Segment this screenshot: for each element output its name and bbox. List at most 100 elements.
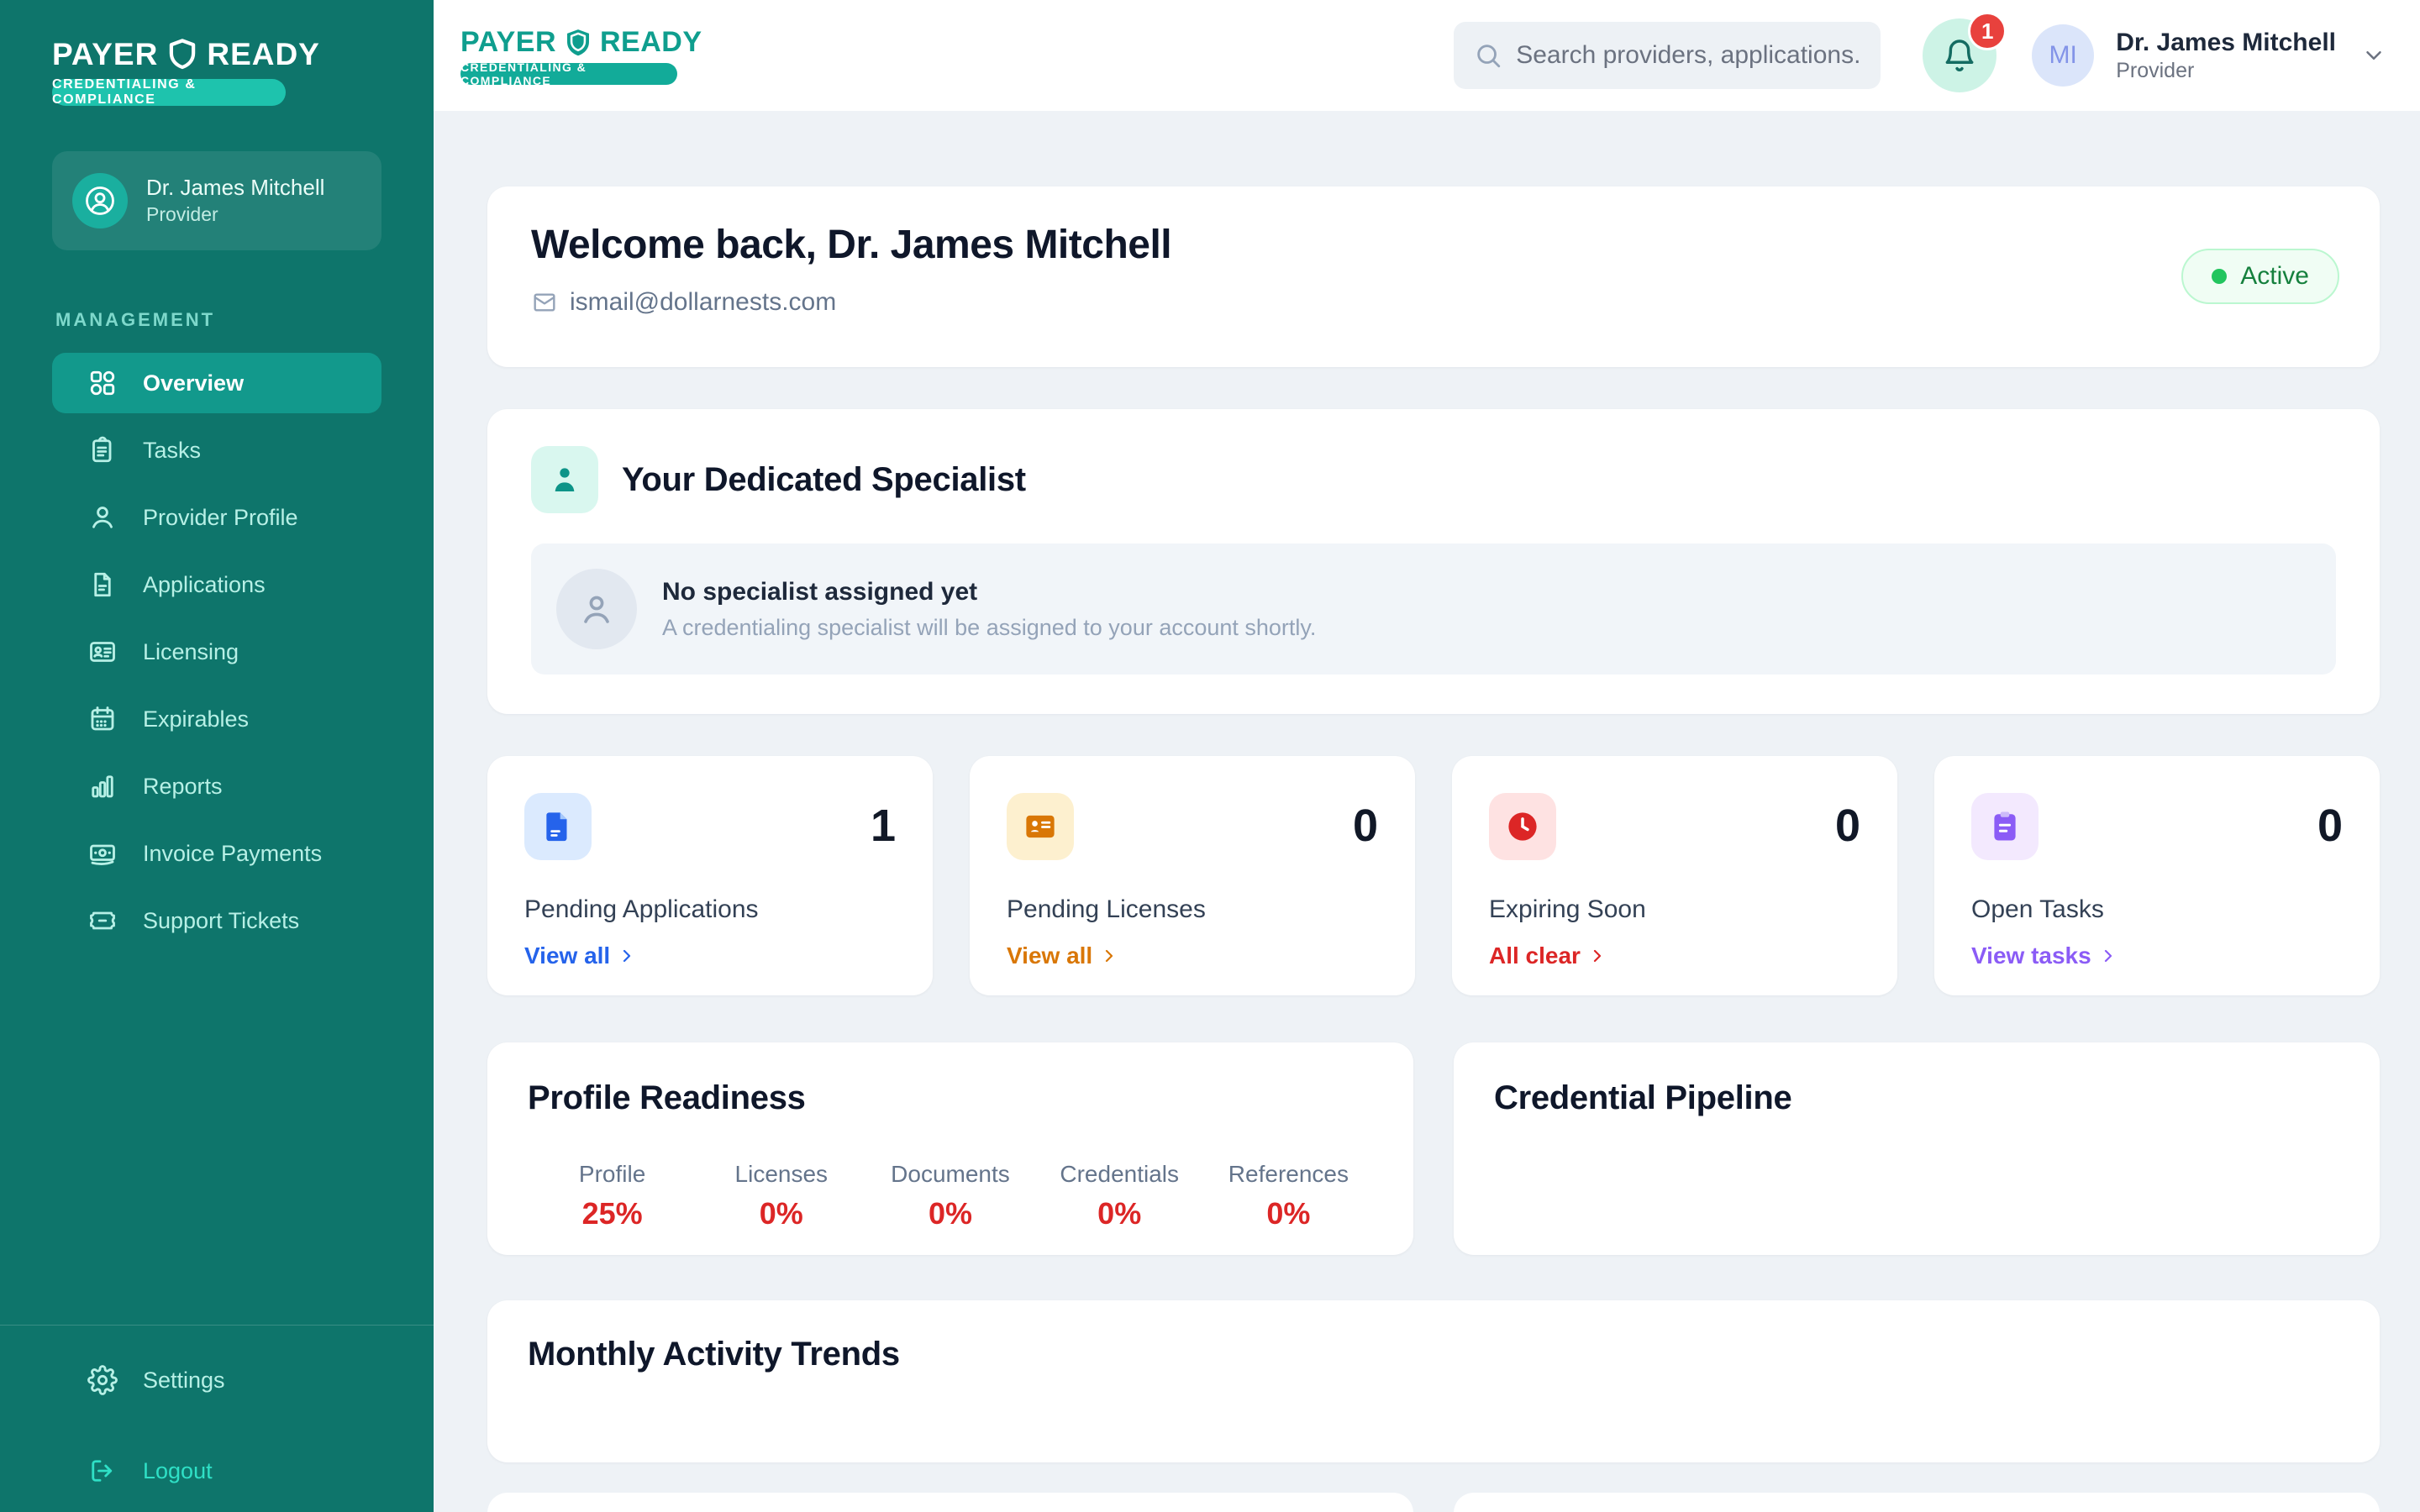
search-input[interactable] (1516, 41, 1860, 70)
brand-tagline: CREDENTIALING & COMPLIANCE (460, 63, 677, 85)
sidebar-nav: Overview Tasks Provider Profile (0, 353, 434, 951)
sidebar-item-overview[interactable]: Overview (52, 353, 381, 413)
clipboard-list-icon (87, 435, 118, 465)
brand-tagline: CREDENTIALING & COMPLIANCE (52, 79, 286, 106)
main-content: Welcome back, Dr. James Mitchell ismail@… (434, 111, 2420, 1512)
sidebar-item-label: Settings (143, 1368, 225, 1394)
chevron-right-icon (1099, 946, 1119, 966)
stat-label: Open Tasks (1971, 895, 2343, 924)
payer-ready-dashboard: PAYER READY CREDENTIALING & COMPLIANCE D… (0, 0, 2420, 1512)
profile-readiness-title: Profile Readiness (528, 1079, 1373, 1117)
shield-icon (165, 37, 200, 72)
person-placeholder-icon (556, 569, 637, 649)
brand-name-left: PAYER (460, 26, 556, 59)
view-tasks-link[interactable]: View tasks (1971, 942, 2118, 969)
sidebar-item-invoice-payments[interactable]: Invoice Payments (52, 823, 381, 884)
stat-label: Expiring Soon (1489, 895, 1860, 924)
shield-icon (562, 27, 594, 59)
credential-pipeline-title: Credential Pipeline (1494, 1079, 2339, 1117)
gear-icon (87, 1365, 118, 1395)
all-clear-link[interactable]: All clear (1489, 942, 1607, 969)
sidebar-item-licensing[interactable]: Licensing (52, 622, 381, 682)
sidebar-item-label: Tasks (143, 438, 201, 464)
monthly-activity-card: Monthly Activity Trends (487, 1300, 2380, 1462)
stats-row: 1 Pending Applications View all (487, 756, 2380, 995)
sidebar: PAYER READY CREDENTIALING & COMPLIANCE D… (0, 0, 434, 1512)
sidebar-item-applications[interactable]: Applications (52, 554, 381, 615)
partial-card (487, 1493, 1413, 1512)
sidebar-item-provider-profile[interactable]: Provider Profile (52, 487, 381, 548)
sidebar-item-settings[interactable]: Settings (52, 1351, 381, 1410)
sidebar-footer: Settings Logout (0, 1325, 434, 1512)
view-all-applications-link[interactable]: View all (524, 942, 637, 969)
sidebar-item-label: Licensing (143, 639, 239, 665)
sidebar-item-expirables[interactable]: Expirables (52, 689, 381, 749)
partial-card (1454, 1493, 2380, 1512)
chevron-right-icon (617, 946, 637, 966)
sidebar-item-support-tickets[interactable]: Support Tickets (52, 890, 381, 951)
header-logo: PAYER READY CREDENTIALING & COMPLIANCE (460, 26, 702, 85)
grid-icon (87, 368, 118, 398)
stat-card-open-tasks: 0 Open Tasks View tasks (1934, 756, 2380, 995)
bottom-cards-row (487, 1493, 2380, 1512)
logout-icon (87, 1456, 118, 1486)
top-header: PAYER READY CREDENTIALING & COMPLIANCE (434, 0, 2420, 111)
readiness-metrics: Profile 25% Licenses 0% Documents 0% C (528, 1161, 1373, 1231)
stat-card-expiring-soon: 0 Expiring Soon All clear (1452, 756, 1897, 995)
view-all-licenses-link[interactable]: View all (1007, 942, 1119, 969)
brand-wordmark: PAYER READY (52, 37, 434, 72)
sidebar-item-label: Overview (143, 370, 244, 396)
brand-name-left: PAYER (52, 37, 158, 72)
circle-user-icon (72, 173, 128, 228)
readiness-metric: Credentials 0% (1035, 1161, 1204, 1231)
monthly-activity-title: Monthly Activity Trends (528, 1336, 2339, 1373)
sidebar-user-name: Dr. James Mitchell (146, 174, 324, 202)
sidebar-section-label: MANAGEMENT (55, 309, 434, 331)
sidebar-user-text: Dr. James Mitchell Provider (146, 174, 324, 228)
header-user-role: Provider (2116, 58, 2336, 84)
ticket-icon (87, 906, 118, 936)
specialist-empty-title: No specialist assigned yet (662, 578, 1316, 606)
profile-readiness-card: Profile Readiness Profile 25% Licenses 0… (487, 1042, 1413, 1255)
page-title: Welcome back, Dr. James Mitchell (531, 222, 2336, 268)
id-card-icon (87, 637, 118, 667)
readiness-metric: Documents 0% (865, 1161, 1034, 1231)
status-badge: Active (2181, 249, 2339, 304)
document-filled-icon (524, 793, 592, 860)
sidebar-item-label: Reports (143, 774, 223, 800)
specialist-title: Your Dedicated Specialist (622, 461, 1026, 499)
notifications-button[interactable]: 1 (1923, 18, 1996, 92)
header-user-name: Dr. James Mitchell (2116, 27, 2336, 59)
main-column: PAYER READY CREDENTIALING & COMPLIANCE (434, 0, 2420, 1512)
specialist-card: Your Dedicated Specialist No specialist … (487, 409, 2380, 714)
stat-value: 0 (2317, 803, 2343, 848)
stat-card-pending-applications: 1 Pending Applications View all (487, 756, 933, 995)
chevron-down-icon (2361, 43, 2386, 68)
readiness-pipeline-row: Profile Readiness Profile 25% Licenses 0… (487, 1042, 2380, 1255)
readiness-metric: Profile 25% (528, 1161, 697, 1231)
chevron-right-icon (2098, 946, 2118, 966)
sidebar-item-label: Provider Profile (143, 505, 298, 531)
brand-name-right: READY (600, 26, 702, 59)
stat-label: Pending Licenses (1007, 895, 1378, 924)
sidebar-item-logout[interactable]: Logout (52, 1441, 381, 1500)
user-email-row: ismail@dollarnests.com (531, 288, 2336, 317)
sidebar-item-label: Logout (143, 1458, 213, 1484)
stat-value: 0 (1835, 803, 1860, 848)
notification-badge: 1 (1968, 12, 2007, 50)
avatar[interactable]: MI (2032, 24, 2094, 87)
readiness-metric: Licenses 0% (697, 1161, 865, 1231)
profile-menu-button[interactable] (2361, 43, 2386, 68)
sidebar-user-card[interactable]: Dr. James Mitchell Provider (52, 151, 381, 250)
sidebar-item-reports[interactable]: Reports (52, 756, 381, 816)
search-icon (1474, 41, 1502, 70)
sidebar-item-tasks[interactable]: Tasks (52, 420, 381, 480)
bar-chart-icon (87, 771, 118, 801)
chevron-right-icon (1587, 946, 1607, 966)
sidebar-item-label: Invoice Payments (143, 841, 322, 867)
envelope-icon (531, 289, 558, 316)
document-icon (87, 570, 118, 600)
stat-label: Pending Applications (524, 895, 896, 924)
sidebar-item-label: Expirables (143, 706, 249, 732)
specialist-header: Your Dedicated Specialist (531, 446, 2336, 513)
